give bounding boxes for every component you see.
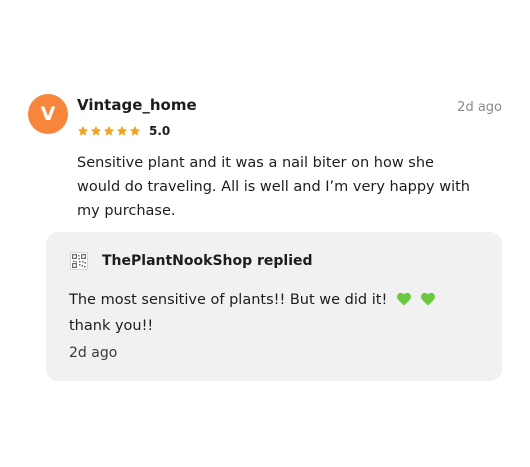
review-card: V Vintage_home 2d ago 5.0 Sensitive plan…: [0, 0, 530, 467]
rating-value: 5.0: [149, 124, 171, 138]
green-heart-icon: [396, 292, 411, 306]
stars: [77, 125, 141, 137]
avatar-initial: V: [40, 103, 56, 125]
review-timestamp: 2d ago: [457, 100, 502, 115]
shop-reply: ThePlantNookShop replied The most sensit…: [46, 232, 502, 381]
reply-header: ThePlantNookShop replied: [102, 253, 313, 269]
reply-text-main: The most sensitive of plants!! But we di…: [69, 292, 388, 308]
reply-timestamp: 2d ago: [69, 345, 118, 361]
star-rating: 5.0: [77, 123, 170, 139]
reply-text-end: thank you!!: [69, 318, 154, 334]
qr-code-icon: [72, 254, 86, 268]
star-icon: [129, 125, 141, 136]
star-icon: [103, 125, 115, 136]
star-icon: [77, 125, 89, 136]
reviewer-name[interactable]: Vintage_home: [77, 96, 197, 114]
avatar: V: [28, 94, 68, 134]
star-icon: [116, 125, 128, 136]
green-heart-icon: [421, 292, 436, 306]
shop-logo-icon: [70, 252, 88, 270]
star-icon: [90, 125, 102, 136]
review-text: Sensitive plant and it was a nail biter …: [77, 155, 470, 219]
reply-text: The most sensitive of plants!! But we di…: [69, 287, 479, 339]
